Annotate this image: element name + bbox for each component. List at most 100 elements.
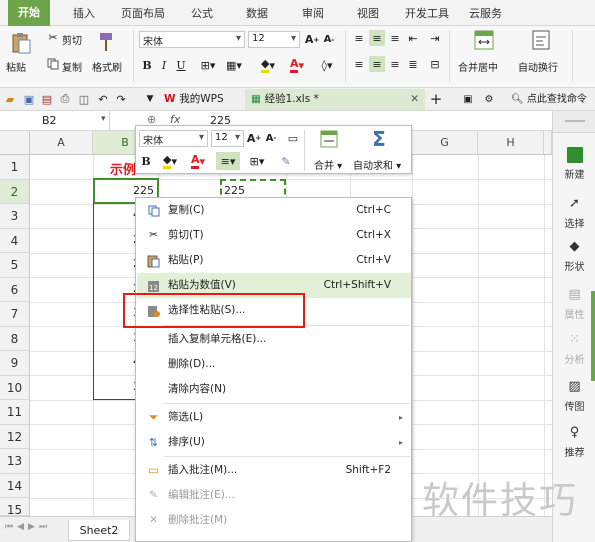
mini-merge-icon[interactable] <box>319 129 339 149</box>
open-folder-icon[interactable]: ▰ <box>3 92 17 106</box>
command-search[interactable]: 🔍︎ 点此查找命令 <box>505 89 593 110</box>
tab-list-icon[interactable]: ▣ <box>462 92 474 106</box>
fill-pattern-icon[interactable]: ▦▾ <box>222 57 246 73</box>
align-top-icon[interactable]: ≡ <box>352 31 366 45</box>
mini-merge-button[interactable]: 合并 ▾ <box>314 157 342 172</box>
wrap-text-icon[interactable] <box>531 30 551 50</box>
row-header-5[interactable]: 5 <box>0 253 30 278</box>
name-box-dropdown-icon[interactable]: ▾ <box>101 114 106 124</box>
align-bottom-icon[interactable]: ≡ <box>388 31 402 45</box>
print-preview-icon[interactable]: ◫ <box>77 92 91 106</box>
fill-color-icon[interactable]: ◆ ▾ <box>256 57 280 73</box>
align-center-icon[interactable]: ≡ <box>369 56 385 72</box>
format-painter-button[interactable]: 格式刷 <box>92 59 122 74</box>
row-header-4[interactable]: 4 <box>0 228 30 253</box>
column-header-a[interactable]: A <box>30 131 93 155</box>
row-header-13[interactable]: 13 <box>0 449 30 474</box>
mini-font-color-icon[interactable]: A ▾ <box>186 153 210 169</box>
row-header-10[interactable]: 10 <box>0 375 30 400</box>
export-pdf-icon[interactable]: ▤ <box>40 92 54 106</box>
menu-item-filter[interactable]: ⏷ 筛选(L) ▸ <box>137 405 411 430</box>
mini-format-painter-icon[interactable]: ✎ <box>278 153 294 169</box>
format-painter-icon[interactable] <box>96 31 116 53</box>
menu-item-edit-comment[interactable]: ✎ 编辑批注(E)... <box>137 483 411 508</box>
increase-font-icon[interactable]: A + <box>305 31 319 48</box>
mini-decrease-font-icon[interactable]: A- <box>264 130 278 146</box>
paste-icon[interactable] <box>10 32 32 54</box>
tab-page-layout[interactable]: 页面布局 <box>121 5 165 21</box>
tab-insert[interactable]: 插入 <box>73 5 95 21</box>
decrease-font-icon[interactable]: A- <box>322 31 336 48</box>
tab-data[interactable]: 数据 <box>246 5 268 21</box>
tab-home[interactable]: 开始 <box>8 0 50 26</box>
column-header-h[interactable]: H <box>478 131 544 155</box>
row-header-2[interactable]: 2 <box>0 179 30 204</box>
sheet-nav-arrows-icon[interactable]: ⏮◀▶⏭ <box>5 522 51 532</box>
menu-item-insert-copied-cells[interactable]: 插入复制单元格(E)... <box>137 327 411 352</box>
menu-item-delete[interactable]: 删除(D)... <box>137 352 411 377</box>
justify-icon[interactable]: ≣ <box>406 57 420 71</box>
underline-icon[interactable]: U <box>175 57 187 73</box>
mini-format-box-icon[interactable]: ▭ <box>286 130 300 146</box>
sheet-tab[interactable]: Sheet2 <box>68 520 130 541</box>
indent-decrease-icon[interactable]: ⇤ <box>406 31 420 45</box>
tab-review[interactable]: 审阅 <box>302 5 324 21</box>
scissors-icon[interactable]: ✂ <box>46 30 60 44</box>
merge-center-icon[interactable] <box>474 30 494 50</box>
menu-item-insert-comment[interactable]: ▭ 插入批注(M)... Shift+F2 <box>137 458 411 483</box>
menu-item-clear-contents[interactable]: 清除内容(N) <box>137 377 411 402</box>
row-header-1[interactable]: 1 <box>0 155 30 180</box>
pane-recommend[interactable]: ♀ 推荐 <box>553 425 595 459</box>
font-color-icon[interactable]: A ▾ <box>285 57 309 73</box>
cut-button[interactable]: 剪切 <box>62 32 82 47</box>
align-middle-icon[interactable]: ≡ <box>369 30 385 46</box>
distributed-icon[interactable]: ⊟ <box>428 57 442 71</box>
row-header-7[interactable]: 7 <box>0 302 30 327</box>
mini-font-size-select[interactable]: 12 <box>211 130 244 147</box>
tab-view[interactable]: 视图 <box>357 5 379 21</box>
file-tab[interactable]: ▦ 经验1.xls * ✕ <box>245 89 425 110</box>
pane-analyze[interactable]: ⁙ 分析 <box>553 332 595 366</box>
align-left-icon[interactable]: ≡ <box>352 57 366 71</box>
tab-developer[interactable]: 开发工具 <box>405 5 449 21</box>
row-header-11[interactable]: 11 <box>0 400 30 425</box>
border-icon[interactable]: ⊞▾ <box>196 57 220 73</box>
mini-fill-color-icon[interactable]: ◆ ▾ <box>158 153 182 169</box>
autosum-icon[interactable]: Σ <box>369 127 389 151</box>
my-wps-tab[interactable]: W 我的WPS <box>158 89 230 110</box>
row-header-3[interactable]: 3 <box>0 204 30 229</box>
italic-icon[interactable]: I <box>158 57 170 73</box>
dropdown-arrow-icon[interactable]: ▼ <box>144 92 156 106</box>
wrap-text-button[interactable]: 自动换行 <box>518 59 558 74</box>
new-tab-icon[interactable]: + <box>429 90 443 108</box>
cell-d2[interactable]: 225 <box>224 184 284 197</box>
pane-collapse-handle[interactable] <box>591 291 595 381</box>
mini-increase-font-icon[interactable]: A + <box>247 130 261 146</box>
menu-item-sort[interactable]: ⇅ 排序(U) ▸ <box>137 430 411 455</box>
pane-upload-image[interactable]: ▨ 传图 <box>553 379 595 413</box>
menu-item-cut[interactable]: ✂ 剪切(T) Ctrl+X <box>137 223 411 248</box>
pane-properties[interactable]: ▤ 属性 <box>553 287 595 321</box>
clear-format-icon[interactable]: ◊▾ <box>316 57 338 73</box>
pane-select[interactable]: ➚ 选择 <box>553 196 595 230</box>
align-right-icon[interactable]: ≡ <box>388 57 402 71</box>
menu-item-delete-comment[interactable]: ✕ 删除批注(M) <box>137 508 411 533</box>
cell-b2[interactable]: 225 <box>94 184 158 197</box>
row-header-8[interactable]: 8 <box>0 326 30 351</box>
font-size-select[interactable]: 12 <box>248 31 300 48</box>
mini-autosum-button[interactable]: 自动求和 ▾ <box>353 157 401 172</box>
tab-formulas[interactable]: 公式 <box>191 5 213 21</box>
row-header-15[interactable]: 15 <box>0 498 30 517</box>
mini-align-center-icon[interactable]: ≡▾ <box>216 152 240 170</box>
merge-center-button[interactable]: 合并居中 <box>458 59 498 74</box>
print-icon[interactable]: ⎙ <box>58 92 72 106</box>
pane-shape[interactable]: ◆ 形状 <box>553 239 595 273</box>
name-box[interactable]: B2 <box>0 111 110 130</box>
pane-new[interactable]: 新建 <box>553 147 595 181</box>
column-header-i[interactable] <box>544 131 552 155</box>
bold-icon[interactable]: B <box>141 57 153 73</box>
row-header-14[interactable]: 14 <box>0 473 30 498</box>
save-icon[interactable]: ▣ <box>22 92 36 106</box>
redo-icon[interactable]: ↷ <box>114 92 128 106</box>
close-tab-icon[interactable]: ✕ <box>410 89 419 110</box>
